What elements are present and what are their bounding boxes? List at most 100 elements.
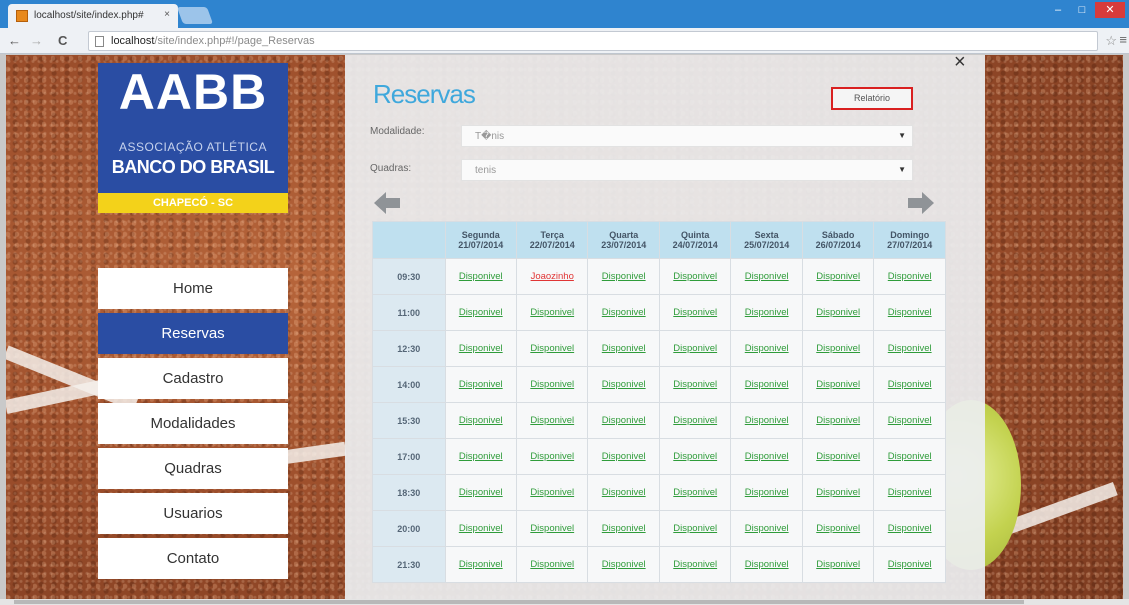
slot-cell: Disponivel <box>730 366 803 403</box>
available-slot-link[interactable]: Disponivel <box>459 343 503 354</box>
available-slot-link[interactable]: Disponivel <box>745 451 789 462</box>
available-slot-link[interactable]: Disponivel <box>602 379 646 390</box>
available-slot-link[interactable]: Disponivel <box>888 559 932 570</box>
available-slot-link[interactable]: Disponivel <box>888 379 932 390</box>
available-slot-link[interactable]: Disponivel <box>673 343 717 354</box>
sidebar-item-contato[interactable]: Contato <box>98 538 288 579</box>
available-slot-link[interactable]: Disponivel <box>459 415 503 426</box>
bookmark-star-icon[interactable]: ☆ <box>1105 33 1117 49</box>
browser-tab[interactable]: localhost/site/index.php# × <box>8 4 178 28</box>
available-slot-link[interactable]: Disponivel <box>888 451 932 462</box>
new-tab-button[interactable] <box>176 7 214 24</box>
available-slot-link[interactable]: Disponivel <box>745 307 789 318</box>
available-slot-link[interactable]: Disponivel <box>816 523 860 534</box>
available-slot-link[interactable]: Disponivel <box>530 487 574 498</box>
booked-slot-link[interactable]: Joaozinho <box>531 271 574 282</box>
available-slot-link[interactable]: Disponivel <box>602 523 646 534</box>
day-header: Quarta 23/07/2014 <box>587 221 660 259</box>
available-slot-link[interactable]: Disponivel <box>745 379 789 390</box>
sidebar-item-modalidades[interactable]: Modalidades <box>98 403 288 444</box>
available-slot-link[interactable]: Disponivel <box>673 523 717 534</box>
table-body: 09:30 Disponivel Joaozinho Disponivel Dispon… <box>372 258 946 583</box>
available-slot-link[interactable]: Disponivel <box>816 487 860 498</box>
available-slot-link[interactable]: Disponivel <box>602 487 646 498</box>
available-slot-link[interactable]: Disponivel <box>602 451 646 462</box>
previous-week-arrow-icon[interactable] <box>374 192 400 214</box>
maximize-button[interactable]: □ <box>1071 2 1093 18</box>
available-slot-link[interactable]: Disponivel <box>530 451 574 462</box>
available-slot-link[interactable]: Disponivel <box>459 271 503 282</box>
page-viewport: AABB ASSOCIAÇÃO ATLÉTICA BANCO DO BRASIL… <box>6 55 1123 599</box>
available-slot-link[interactable]: Disponivel <box>816 307 860 318</box>
available-slot-link[interactable]: Disponivel <box>745 559 789 570</box>
available-slot-link[interactable]: Disponivel <box>459 451 503 462</box>
available-slot-link[interactable]: Disponivel <box>816 271 860 282</box>
available-slot-link[interactable]: Disponivel <box>745 415 789 426</box>
sidebar-item-quadras[interactable]: Quadras <box>98 448 288 489</box>
available-slot-link[interactable]: Disponivel <box>816 379 860 390</box>
modalidade-label: Modalidade: <box>370 126 425 137</box>
logo-abbreviation: AABB <box>118 64 268 120</box>
available-slot-link[interactable]: Disponivel <box>673 451 717 462</box>
minimize-button[interactable]: ‒ <box>1047 2 1069 18</box>
modalidade-select[interactable]: T�nis ▼ <box>461 125 913 147</box>
available-slot-link[interactable]: Disponivel <box>459 487 503 498</box>
available-slot-link[interactable]: Disponivel <box>888 271 932 282</box>
day-name: Segunda <box>461 230 500 240</box>
corner-header <box>372 221 446 259</box>
available-slot-link[interactable]: Disponivel <box>673 307 717 318</box>
day-date: 27/07/2014 <box>887 240 933 250</box>
available-slot-link[interactable]: Disponivel <box>530 343 574 354</box>
available-slot-link[interactable]: Disponivel <box>459 307 503 318</box>
available-slot-link[interactable]: Disponivel <box>673 379 717 390</box>
available-slot-link[interactable]: Disponivel <box>673 487 717 498</box>
next-week-arrow-icon[interactable] <box>908 192 934 214</box>
available-slot-link[interactable]: Disponivel <box>530 559 574 570</box>
available-slot-link[interactable]: Disponivel <box>602 271 646 282</box>
available-slot-link[interactable]: Disponivel <box>745 523 789 534</box>
sidebar-item-reservas[interactable]: Reservas <box>98 313 288 354</box>
available-slot-link[interactable]: Disponivel <box>459 523 503 534</box>
forward-icon[interactable]: → <box>30 33 43 48</box>
available-slot-link[interactable]: Disponivel <box>745 343 789 354</box>
report-button[interactable]: Relatório <box>831 87 913 110</box>
close-window-button[interactable]: ✕ <box>1095 2 1125 18</box>
available-slot-link[interactable]: Disponivel <box>602 307 646 318</box>
available-slot-link[interactable]: Disponivel <box>673 559 717 570</box>
available-slot-link[interactable]: Disponivel <box>459 559 503 570</box>
back-icon[interactable]: ← <box>8 33 21 48</box>
available-slot-link[interactable]: Disponivel <box>888 487 932 498</box>
sidebar-item-home[interactable]: Home <box>98 268 288 309</box>
slot-cell: Disponivel <box>587 438 660 475</box>
available-slot-link[interactable]: Disponivel <box>888 415 932 426</box>
available-slot-link[interactable]: Disponivel <box>602 415 646 426</box>
slot-cell: Disponivel <box>730 546 803 583</box>
horizontal-scrollbar[interactable] <box>14 600 1024 604</box>
available-slot-link[interactable]: Disponivel <box>816 451 860 462</box>
quadras-select[interactable]: tenis ▼ <box>461 159 913 181</box>
available-slot-link[interactable]: Disponivel <box>673 271 717 282</box>
available-slot-link[interactable]: Disponivel <box>530 523 574 534</box>
close-icon[interactable]: × <box>954 55 966 74</box>
available-slot-link[interactable]: Disponivel <box>602 343 646 354</box>
available-slot-link[interactable]: Disponivel <box>888 523 932 534</box>
available-slot-link[interactable]: Disponivel <box>816 559 860 570</box>
available-slot-link[interactable]: Disponivel <box>745 487 789 498</box>
available-slot-link[interactable]: Disponivel <box>459 379 503 390</box>
browser-menu-icon[interactable]: ≡ <box>1119 32 1127 47</box>
available-slot-link[interactable]: Disponivel <box>816 415 860 426</box>
available-slot-link[interactable]: Disponivel <box>888 343 932 354</box>
tab-close-icon[interactable]: × <box>164 9 170 20</box>
available-slot-link[interactable]: Disponivel <box>745 271 789 282</box>
available-slot-link[interactable]: Disponivel <box>530 415 574 426</box>
sidebar-item-cadastro[interactable]: Cadastro <box>98 358 288 399</box>
sidebar-item-usuarios[interactable]: Usuarios <box>98 493 288 534</box>
available-slot-link[interactable]: Disponivel <box>816 343 860 354</box>
available-slot-link[interactable]: Disponivel <box>530 307 574 318</box>
available-slot-link[interactable]: Disponivel <box>602 559 646 570</box>
available-slot-link[interactable]: Disponivel <box>888 307 932 318</box>
reload-icon[interactable]: C <box>58 33 67 48</box>
available-slot-link[interactable]: Disponivel <box>673 415 717 426</box>
available-slot-link[interactable]: Disponivel <box>530 379 574 390</box>
address-bar[interactable]: localhost/site/index.php#!/page_Reservas <box>88 31 1098 51</box>
